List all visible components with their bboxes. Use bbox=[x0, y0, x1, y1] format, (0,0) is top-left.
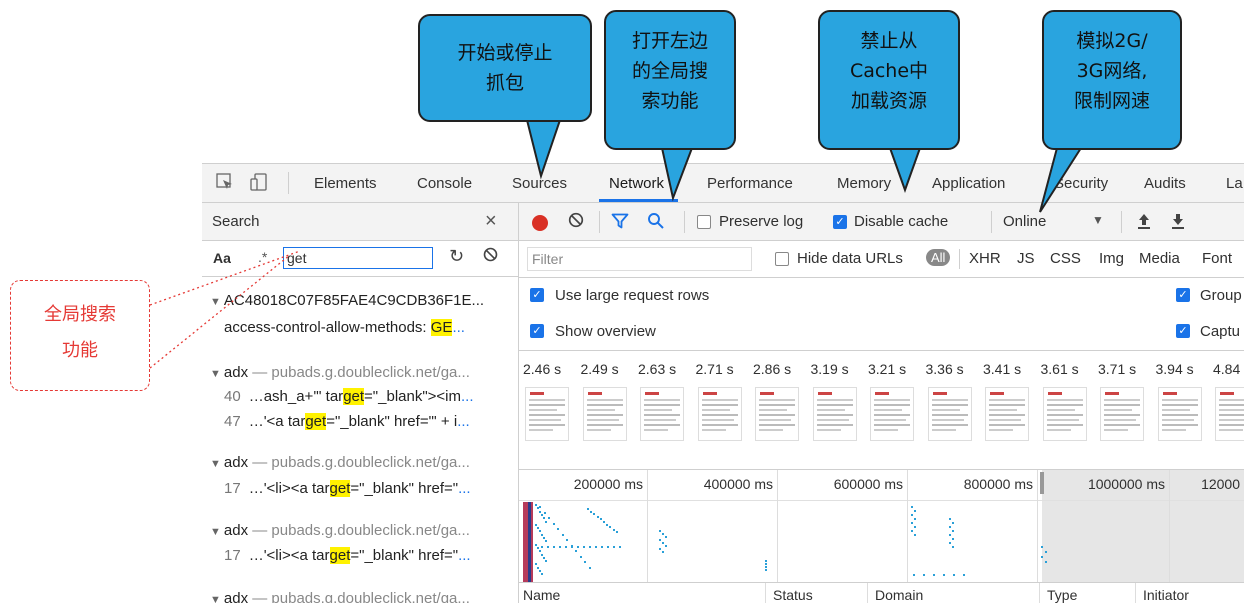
callout-record: 开始或停止 抓包 bbox=[418, 14, 592, 122]
callout-throttling: 模拟2G/ 3G网络, 限制网速 bbox=[1042, 10, 1182, 150]
callout-disable-cache: 禁止从 Cache中 加载资源 bbox=[818, 10, 960, 150]
callout-search: 打开左边 的全局搜 索功能 bbox=[604, 10, 736, 150]
callout-global-search: 全局搜索 功能 bbox=[10, 280, 150, 391]
